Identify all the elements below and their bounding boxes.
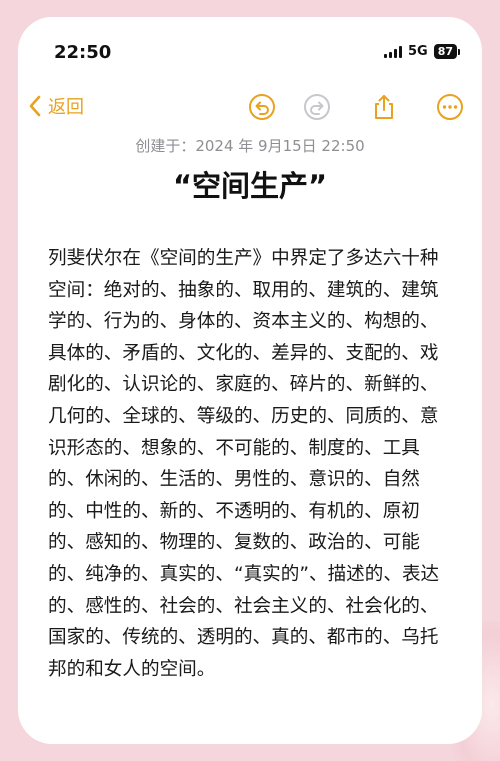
note-toolbar: 返回	[18, 87, 482, 127]
network-label: 5G	[407, 44, 428, 59]
share-icon[interactable]	[370, 93, 398, 121]
status-time: 22:50	[54, 42, 112, 63]
back-label: 返回	[48, 97, 84, 118]
note-title: “空间生产”	[172, 169, 328, 203]
chevron-left-icon	[29, 95, 41, 117]
status-bar: 22:50 5G 87	[18, 17, 482, 87]
redo-icon[interactable]	[303, 93, 331, 121]
more-options-icon[interactable]	[436, 93, 464, 121]
created-timestamp: 创建于：2024 年 9月15日 22:50	[135, 137, 365, 155]
battery-icon: 87	[433, 44, 460, 59]
note-body[interactable]: 列斐伏尔在《空间的生产》中界定了多达六十种空间：绝对的、抽象的、取用的、建筑的、…	[48, 243, 454, 685]
signal-icon	[383, 45, 402, 58]
battery-level: 87	[433, 44, 457, 59]
back-button[interactable]: 返回	[28, 93, 84, 119]
status-indicators: 5G 87	[383, 44, 460, 59]
phone-screen: 22:50 5G 87 返回 创建于：2024 年 9月15日 22:50 “空…	[18, 17, 482, 744]
undo-icon[interactable]	[248, 93, 276, 121]
